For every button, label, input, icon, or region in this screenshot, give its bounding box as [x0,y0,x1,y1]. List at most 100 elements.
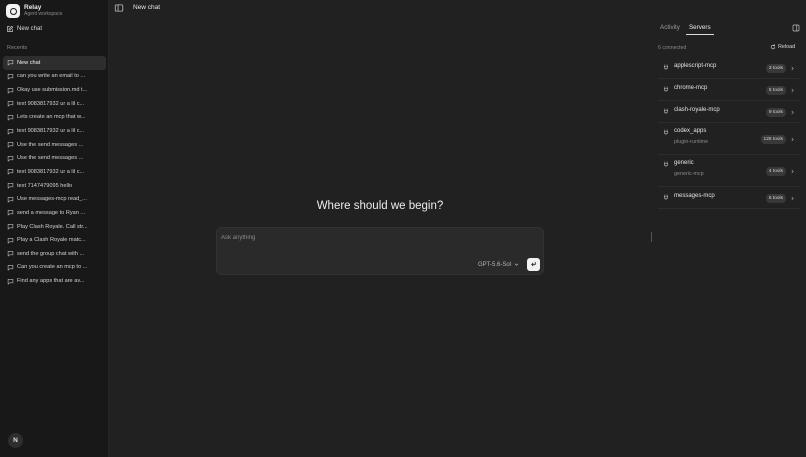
recent-chat-item[interactable]: Use the send messages ... [3,151,106,165]
chat-bubble-icon [7,224,14,230]
recent-chat-item[interactable]: send the group chat with ... [3,247,106,261]
recent-chat-item[interactable]: Use the send messages ... [3,138,106,152]
recent-chat-item[interactable]: text 7147479095 hello [3,179,106,193]
panel-tabs: Activity Servers [657,22,717,35]
recent-chat-label: Use messages-mcp read_... [17,196,87,203]
model-label: GPT-5.6-Sol [478,261,512,268]
recent-chat-label: Play a Clash Royale matc... [17,237,86,244]
recent-chat-label: send the group chat with ... [17,250,85,257]
recent-chat-label: text 9083817932 ur a lil c... [17,128,85,135]
server-name: applescript-mcp [674,63,717,69]
recent-chat-item[interactable]: Okay use submission.md t... [3,83,106,97]
server-name: messages-mcp [674,193,715,199]
tool-count-badge: 125 tools [760,134,786,144]
recent-chat-label: text 9083817932 ur a lil c... [17,168,85,175]
recent-chat-label: Lets create an mcp that w... [17,114,86,121]
server-name: clash-royale-mcp [674,107,720,113]
recent-chat-item[interactable]: Play Clash Royale. Call str... [3,220,106,234]
server-row[interactable]: applescript-mcp 3 tools [658,57,801,79]
plug-icon [664,194,668,200]
app-subtitle: Agent workspace [24,10,63,17]
plug-icon [664,64,668,70]
recent-chat-item[interactable]: text 9083817932 ur a lil c... [3,97,106,111]
new-chat-button[interactable]: New chat [6,23,102,34]
chat-bubble-icon [7,196,14,203]
chat-bubble-icon [7,73,14,80]
recent-chat-item[interactable]: Use messages-mcp read_... [3,192,106,206]
sidebar: Relay Agent workspace New chat Recents N… [0,0,109,457]
recents-heading: Recents [7,45,28,51]
recent-chat-item[interactable]: Play a Clash Royale matc... [3,233,106,247]
server-name: generic [674,160,694,166]
connected-count: 6 connected [658,45,687,51]
page-title: New chat [133,4,161,11]
server-row[interactable]: chrome-mcp 5 tools [658,79,801,101]
tab-servers[interactable]: Servers [685,22,714,35]
recent-chat-label: Find any apps that are av... [17,278,85,285]
recent-chat-item[interactable]: Can you create an mcp to ... [3,261,106,275]
tool-count-badge: 6 tools [765,193,786,203]
refresh-icon [770,44,776,50]
chat-bubble-icon [7,183,14,189]
recent-chat-item[interactable]: text 9083817932 ur a lil c... [3,165,106,179]
chat-bubble-icon [7,155,14,162]
recent-chat-label: Okay use submission.md t... [17,87,88,94]
chat-bubble-icon [7,264,14,271]
server-list: applescript-mcp 3 tools chrome-mcp 5 tools c… [658,57,801,209]
sidebar-toggle-icon[interactable] [114,3,124,13]
recents-list: New chat can you write an email to ... Oka… [3,56,106,288]
avatar[interactable]: N [8,433,23,448]
chat-bubble-icon [7,128,14,134]
recent-chat-label: New chat [17,59,41,66]
recent-chat-item[interactable]: can you write an email to ... [3,70,106,84]
chat-bubble-icon [7,101,14,107]
chat-bubble-icon [7,87,14,94]
recent-chat-label: text 7147479095 hello [17,182,73,189]
chat-bubble-icon [7,114,14,121]
plug-icon [664,129,668,135]
server-row[interactable]: generic generic-mcp 4 tools [658,155,801,187]
server-subtitle: generic-mcp [674,171,704,177]
recent-chat-label: can you write an email to ... [17,73,86,80]
composer: GPT-5.6-Sol [216,227,544,275]
chat-bubble-icon [7,278,14,284]
brand: Relay Agent workspace [6,4,62,18]
recent-chat-item[interactable]: Find any apps that are av... [3,274,106,288]
tab-activity[interactable]: Activity [657,22,683,35]
chat-bubble-icon [7,210,14,216]
model-select[interactable]: GPT-5.6-Sol [475,258,522,271]
tool-count-badge: 4 tools [765,166,786,176]
recent-chat-item[interactable]: send a message to Ryan ... [3,206,106,220]
plug-icon [664,161,668,167]
chat-bubble-icon [7,169,14,175]
server-row[interactable]: codex_apps plugin-runtime 125 tools [658,123,801,155]
reload-button[interactable]: Reload [770,44,795,50]
chevron-right-icon [791,110,794,114]
chevron-right-icon [791,196,794,200]
chat-bubble-icon [7,60,14,66]
server-row[interactable]: clash-royale-mcp 9 tools [658,101,801,123]
chevron-right-icon [791,169,794,173]
panel-toggle-icon[interactable] [792,24,800,32]
server-subtitle: plugin-runtime [674,139,709,145]
ring-logo-icon [6,4,20,18]
main-heading: Where should we begin? [316,200,444,212]
prompt-input[interactable] [221,232,521,244]
chevron-right-icon [791,88,794,92]
chat-bubble-icon [7,251,14,257]
server-name: chrome-mcp [674,85,708,91]
chevron-right-icon [791,66,794,70]
chat-bubble-icon [7,237,14,244]
recent-chat-item[interactable]: New chat [3,56,106,70]
server-row[interactable]: messages-mcp 6 tools [658,187,801,209]
recent-chat-item[interactable]: Lets create an mcp that w... [3,111,106,125]
recent-chat-item[interactable]: text 9083817932 ur a lil c... [3,124,106,138]
plug-icon [664,86,668,92]
send-button[interactable] [527,258,540,271]
reload-label: Reload [778,44,796,50]
plug-icon [664,108,668,114]
panel-resize-handle[interactable] [651,232,652,242]
tool-count-badge: 5 tools [765,85,786,95]
recent-chat-label: text 9083817932 ur a lil c... [17,100,85,107]
new-chat-label: New chat [17,25,43,32]
